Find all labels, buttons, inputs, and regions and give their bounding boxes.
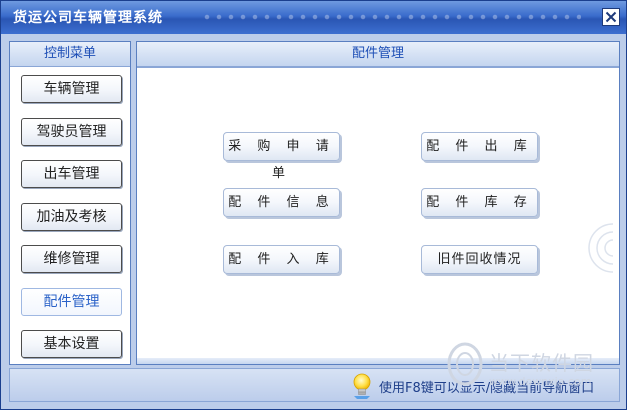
brand-logo-icon <box>447 342 483 386</box>
parts-inventory-button[interactable]: 配 件 库 存 <box>421 188 538 217</box>
menu-repair-management[interactable]: 维修管理 <box>21 245 122 273</box>
title-bar-decoration <box>201 12 581 22</box>
parts-outbound-button[interactable]: 配 件 出 库 <box>421 132 538 161</box>
brand-name: 当下软件园 <box>489 351 594 375</box>
parts-info-button[interactable]: 配 件 信 息 <box>223 188 340 217</box>
parts-management-content: 采 购 申 请 单 配 件 出 库 配 件 信 息 配 件 库 存 配 件 入 … <box>137 67 619 364</box>
brand-watermark: 当下软件园 www.downxia.com <box>445 341 615 389</box>
brand-url: www.downxia.com <box>489 375 592 388</box>
menu-parts-management[interactable]: 配件管理 <box>21 288 122 316</box>
parts-management-header: 配件管理 <box>137 42 619 67</box>
parts-inbound-button[interactable]: 配 件 入 库 <box>223 245 340 274</box>
menu-vehicle-management[interactable]: 车辆管理 <box>21 75 122 103</box>
close-button[interactable] <box>602 8 620 26</box>
title-bar[interactable]: 货运公司车辆管理系统 <box>1 1 626 34</box>
close-icon <box>605 11 617 23</box>
lightbulb-icon <box>353 373 371 399</box>
control-menu-header: 控制菜单 <box>10 42 130 67</box>
menu-dispatch-management[interactable]: 出车管理 <box>21 160 122 188</box>
radar-watermark-icon <box>588 223 613 273</box>
purchase-request-button[interactable]: 采 购 申 请 单 <box>223 132 340 181</box>
menu-fuel-assessment[interactable]: 加油及考核 <box>21 203 122 231</box>
control-menu-panel: 控制菜单 车辆管理 驾驶员管理 出车管理 加油及考核 维修管理 配件管理 基本设… <box>9 41 131 365</box>
parts-management-panel: 配件管理 采 购 申 请 单 配 件 出 库 配 件 信 息 配 件 库 存 配… <box>136 41 620 365</box>
menu-driver-management[interactable]: 驾驶员管理 <box>21 118 122 146</box>
window-title: 货运公司车辆管理系统 <box>13 10 163 26</box>
old-parts-recovery-button[interactable]: 旧件回收情况 <box>421 245 538 274</box>
menu-basic-settings[interactable]: 基本设置 <box>21 330 122 358</box>
app-window: 货运公司车辆管理系统 控制菜单 车辆管理 驾驶员管理 出车管理 加油及考核 维修… <box>0 0 627 410</box>
